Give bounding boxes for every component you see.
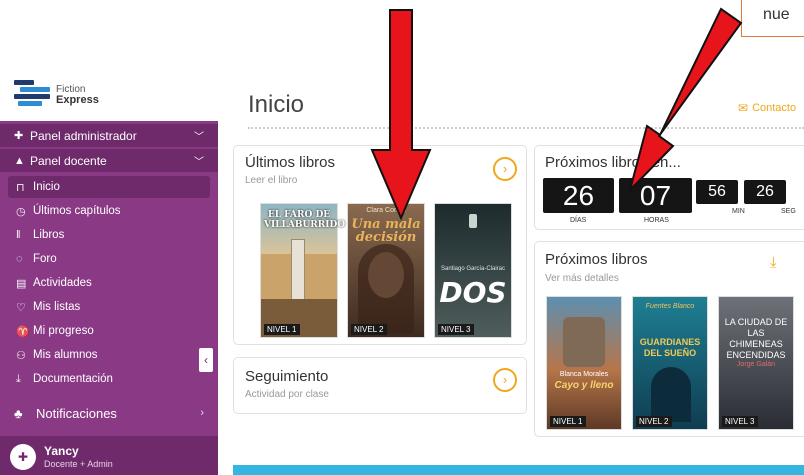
students-icon: ⚇ [16,349,26,362]
user-name: Yancy [44,444,79,458]
app-window: Fiction Express ✚ Panel administrador ﹀ … [0,0,804,475]
sidebar-item-label: Últimos capítulos [33,205,121,217]
latest-books-title: Últimos libros [245,154,336,171]
book-author: Blanca Morales [559,371,609,378]
bottom-bar [233,465,804,475]
annotation-arrow-diagonal [628,7,743,194]
sidebar-item-label: Mi progreso [33,325,94,337]
sidebar-item-ultimos-capitulos[interactable]: ◷ Últimos capítulos [8,200,210,222]
level-badge: NIVEL 1 [550,416,586,427]
seconds-label: SEG [781,208,796,215]
user-role: Docente + Admin [44,459,113,469]
sidebar-item-label: Foro [33,253,57,265]
logo-text: Fiction Express [56,84,99,106]
book-cover-3[interactable]: Santiago García-Clairac DOS NIVEL 3 [434,203,512,338]
books-icon: ‖ [16,229,21,241]
bell-icon: ♣ [14,405,23,421]
sidebar-item-foro[interactable]: ◌ Foro [8,248,210,270]
annotation-arrow-down [370,9,432,221]
section-admin-panel[interactable]: ✚ Panel administrador ﹀ [0,124,218,147]
sidebar-item-mi-progreso[interactable]: ♈ Mi progreso [8,320,210,342]
collapse-sidebar-button[interactable]: ‹ [198,347,214,373]
chevron-right-icon: › [200,407,204,419]
logo[interactable]: Fiction Express [14,80,99,110]
clock-icon: ◷ [16,205,26,218]
section-teacher-panel[interactable]: ▲ Panel docente ﹀ [0,149,218,172]
days-label: DÍAS [570,217,587,224]
next-books-card: Próximos libros Ver más detalles ⤓ Blanc… [534,241,804,437]
tracking-next-button[interactable]: › [493,368,517,392]
logo-line2: Express [56,94,99,106]
sidebar: Fiction Express ✚ Panel administrador ﹀ … [0,0,218,475]
section-label: Panel docente [30,153,107,168]
minutes-label: MIN [732,208,745,215]
sidebar-item-libros[interactable]: ‖ Libros [8,224,210,246]
book-author: Jorge Galán [736,361,776,368]
sidebar-item-label: Actividades [33,277,92,289]
sidebar-item-label: Documentación [33,373,113,385]
section-label: Panel administrador [30,128,137,143]
level-badge: NIVEL 1 [264,324,300,335]
book-title: Cayo y lleno [554,380,614,391]
notifications-item[interactable]: ♣ Notificaciones › [0,402,218,424]
logo-mark-icon [14,80,50,110]
sidebar-item-mis-listas[interactable]: ♡ Mis listas [8,296,210,318]
book-cover-1[interactable]: EL FARO DE VILLABURRIDO NIVEL 1 [260,203,346,338]
hours-label: HORAS [644,217,669,224]
graduation-cap-icon: ▲ [14,154,25,167]
contact-label: Contacto [752,102,797,114]
level-badge: NIVEL 2 [351,324,387,335]
sidebar-item-label: Mis alumnos [33,349,98,361]
tracking-subtitle: Actividad por clase [245,389,329,400]
latest-books-next-button[interactable]: › [493,157,517,181]
book-title: EL FARO DE VILLABURRIDO [264,210,346,230]
page-title: Inicio [248,91,305,118]
sidebar-item-label: Mis listas [33,301,81,313]
board-icon: ⊓ [16,181,25,194]
book-title: GUARDIANES DEL SUEÑO [639,337,701,358]
book-author: Santiago García-Clairac [440,266,506,272]
annotation-callout: nue [741,0,804,37]
level-badge: NIVEL 2 [636,416,672,427]
book-cover-5[interactable]: Fuentes Blanco GUARDIANES DEL SUEÑO NIVE… [632,296,708,430]
sidebar-item-mis-alumnos[interactable]: ⚇ Mis alumnos [8,344,210,366]
download-icon: ⤓ [16,372,21,385]
chevron-down-icon: ﹀ [194,157,204,168]
sidebar-item-label: Inicio [33,181,60,193]
avatar: ✚ [10,444,36,470]
level-badge: NIVEL 3 [438,324,474,335]
sidebar-item-actividades[interactable]: ▤ Actividades [8,272,210,294]
sidebar-item-inicio[interactable]: ⊓ Inicio [8,176,210,198]
notifications-label: Notificaciones [36,405,117,421]
trophy-icon: ♈ [16,325,30,338]
download-icon[interactable]: ⤓ [770,254,777,271]
heart-icon: ♡ [16,301,26,314]
book-cover-4[interactable]: Blanca Morales Cayo y lleno NIVEL 1 [546,296,622,430]
next-books-subtitle[interactable]: Ver más detalles [545,273,619,284]
latest-books-subtitle[interactable]: Leer el libro [245,175,297,186]
chat-icon: ◌ [16,253,23,265]
document-icon: ▤ [16,277,27,290]
chevron-down-icon: ﹀ [194,132,204,143]
user-profile[interactable]: ✚ Yancy Docente + Admin [0,436,218,475]
book-author: Fuentes Blanco [645,303,695,310]
countdown-seconds: 26 [744,180,786,204]
next-books-title: Próximos libros [545,251,648,268]
book-title: LA CIUDAD DE LAS CHIMENEAS ENCENDIDAS [724,317,788,360]
level-badge: NIVEL 3 [722,416,758,427]
sidebar-item-documentacion[interactable]: ⤓ Documentación [8,368,210,390]
admin-icon: ✚ [14,130,24,142]
book-title: DOS [439,276,507,309]
tracking-title: Seguimiento [245,368,329,385]
tracking-card: Seguimiento Actividad por clase › [233,357,527,414]
book-cover-6[interactable]: LA CIUDAD DE LAS CHIMENEAS ENCENDIDAS Jo… [718,296,794,430]
sidebar-item-label: Libros [33,229,65,241]
